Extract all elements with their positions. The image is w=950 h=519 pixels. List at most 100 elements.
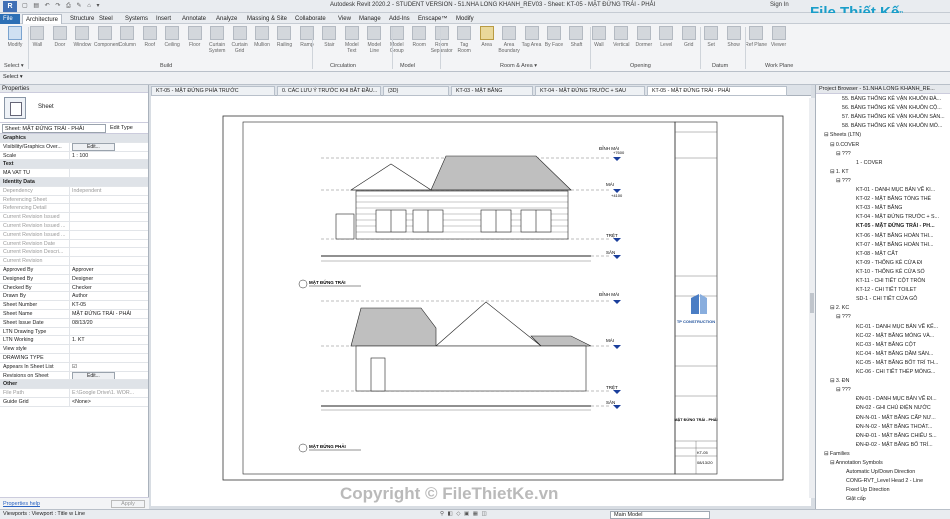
property-value[interactable]: Approver bbox=[70, 266, 148, 274]
tab-systems[interactable]: Systems bbox=[122, 14, 151, 24]
ribbon-roof-button[interactable]: Roof bbox=[139, 26, 161, 60]
property-value[interactable]: 1. KT bbox=[70, 336, 148, 344]
tab-insert[interactable]: Insert bbox=[153, 14, 174, 24]
browser-item[interactable]: KT-02 - MẶT BẰNG TỔNG THỂ bbox=[856, 195, 931, 204]
tab-add-ins[interactable]: Add-Ins bbox=[386, 14, 413, 24]
ribbon-viewer-button[interactable]: Viewer bbox=[768, 26, 790, 60]
tab-architecture[interactable]: Architecture bbox=[22, 14, 63, 24]
browser-item[interactable]: KC-03 - MẶT BẰNG CỘT bbox=[856, 341, 916, 350]
tab-manage[interactable]: Manage bbox=[356, 14, 384, 24]
browser-item[interactable]: KC-05 - MẶT BẰNG BỐT TRÍ TH... bbox=[856, 359, 938, 368]
panel-label[interactable]: Circulation bbox=[330, 63, 356, 69]
property-value[interactable]: ☑ bbox=[70, 363, 148, 371]
browser-item[interactable]: CONG-RVT_Level Head 2 - Line bbox=[846, 477, 923, 486]
ribbon-ramp-button[interactable]: Ramp bbox=[296, 26, 318, 60]
view-tab[interactable]: KT-05 - MẶT ĐỨNG TRÁI - PHẢI bbox=[647, 86, 787, 96]
property-value[interactable] bbox=[70, 345, 148, 353]
browser-item[interactable]: ⊟ ??? bbox=[836, 386, 851, 395]
property-value[interactable]: Checker bbox=[70, 284, 148, 292]
property-value[interactable] bbox=[70, 354, 148, 362]
ribbon-stair-button[interactable]: Stair bbox=[318, 26, 340, 60]
property-value[interactable] bbox=[70, 328, 148, 336]
ribbon-floor-button[interactable]: Floor bbox=[184, 26, 206, 60]
browser-item[interactable]: KT-03 - MẶT BẰNG bbox=[856, 204, 902, 213]
browser-item[interactable]: ĐN-N-01 - MẶT BẰNG CẤP NƯ... bbox=[856, 414, 936, 423]
ribbon-window-button[interactable]: Window bbox=[71, 26, 93, 60]
select-dropdown[interactable]: Select ▾ bbox=[3, 74, 23, 80]
tab-view[interactable]: View bbox=[335, 14, 354, 24]
ribbon-ref-plane-button[interactable]: Ref Plane bbox=[745, 26, 767, 60]
browser-item[interactable]: ⊟ ??? bbox=[836, 150, 851, 159]
ribbon-railing-button[interactable]: Railing bbox=[273, 26, 295, 60]
tab-file[interactable]: File bbox=[0, 14, 20, 24]
ribbon-model-text-button[interactable]: Model Text bbox=[341, 26, 363, 60]
browser-item[interactable]: KT-09 - THỐNG KÊ CỬA ĐI bbox=[856, 259, 922, 268]
ribbon-modify-button[interactable]: Modify bbox=[4, 26, 26, 60]
panel-label[interactable]: Room & Area ▾ bbox=[500, 63, 537, 69]
drawing-area[interactable]: TP CONSTRUCTION MẶT ĐỨNG TRÁI - PHẢI KT-… bbox=[151, 96, 811, 506]
property-group[interactable]: Graphics bbox=[0, 134, 148, 143]
property-group[interactable]: Identity Data bbox=[0, 177, 148, 187]
browser-item[interactable]: KT-01 - DANH MỤC BẢN VẼ KI... bbox=[856, 186, 935, 195]
ribbon-show-button[interactable]: Show bbox=[723, 26, 745, 60]
property-value[interactable]: Edit... bbox=[70, 371, 148, 380]
browser-item[interactable]: ⊟ 1. KT bbox=[830, 168, 849, 177]
active-model-dropdown[interactable]: Main Model bbox=[610, 511, 710, 519]
property-value[interactable]: Designer bbox=[70, 275, 148, 283]
property-value[interactable]: Edit... bbox=[70, 142, 148, 151]
browser-item[interactable]: ĐN-Đ-02 - MẶT BẰNG BỐ TRÍ... bbox=[856, 441, 933, 450]
edit-type-button[interactable]: Edit Type bbox=[110, 124, 133, 133]
ribbon-set-button[interactable]: Set bbox=[700, 26, 722, 60]
browser-item[interactable]: 56. BẢNG THỐNG KÊ VẬN KHUÔN CỘ... bbox=[842, 104, 942, 113]
browser-item[interactable]: 58. BẢNG THỐNG KÊ VẬN KHUÔN MÓ... bbox=[842, 122, 942, 131]
view-tab[interactable]: {3D} bbox=[383, 86, 449, 96]
tab-modify[interactable]: Modify bbox=[453, 14, 477, 24]
browser-item[interactable]: 55. BẢNG THỐNG KÊ VẬN KHUÔN ĐÀ... bbox=[842, 95, 941, 104]
browser-item[interactable]: KC-02 - MẶT BẰNG MÓNG VÀ... bbox=[856, 332, 934, 341]
browser-item[interactable]: ⊟ 3. ĐN bbox=[830, 377, 849, 386]
ribbon-wall-button[interactable]: Wall bbox=[588, 26, 610, 60]
browser-item[interactable]: KC-01 - DANH MỤC BẢN VẼ KẾ... bbox=[856, 323, 938, 332]
browser-item[interactable]: ⊟ Families bbox=[824, 450, 850, 459]
browser-item[interactable]: KC-04 - MẶT BẰNG DẦM SÀN... bbox=[856, 350, 933, 359]
browser-item[interactable]: ⊟ ??? bbox=[836, 177, 851, 186]
edit-button[interactable]: Edit... bbox=[72, 371, 115, 380]
tab-enscape-[interactable]: Enscape™ bbox=[415, 14, 450, 24]
revit-logo-icon[interactable]: R bbox=[3, 1, 17, 12]
browser-item[interactable]: ĐN-N-02 - MẶT BẰNG THOÁT... bbox=[856, 423, 932, 432]
property-value[interactable]: <None> bbox=[70, 398, 148, 406]
browser-item[interactable]: KT-11 - CHI TIẾT CỘT TRÒN bbox=[856, 277, 925, 286]
tab-massing-site[interactable]: Massing & Site bbox=[244, 14, 290, 24]
browser-item[interactable]: KT-05 - MẶT ĐỨNG TRÁI - PH... bbox=[856, 222, 935, 231]
browser-item[interactable]: 57. BẢNG THỐNG KÊ VẬN KHUÔN SÀN... bbox=[842, 113, 945, 122]
panel-label[interactable]: Model bbox=[400, 63, 415, 69]
ribbon-grid-button[interactable]: Grid bbox=[678, 26, 700, 60]
type-selector[interactable]: Sheet bbox=[0, 93, 148, 123]
ribbon-shaft-button[interactable]: Shaft bbox=[565, 26, 587, 60]
view-tab[interactable]: KT-05 - MẶT ĐỨNG PHÍA TRƯỚC bbox=[151, 86, 275, 96]
browser-item[interactable]: KT-04 - MẶT ĐỨNG TRƯỚC + S... bbox=[856, 213, 939, 222]
ribbon-tag-area-button[interactable]: Tag Area bbox=[521, 26, 543, 60]
panel-label[interactable]: Work Plane bbox=[765, 63, 793, 69]
tab-analyze[interactable]: Analyze bbox=[213, 14, 240, 24]
ribbon-model-group-button[interactable]: Model Group bbox=[386, 26, 408, 60]
tab-structure[interactable]: Structure bbox=[67, 14, 97, 24]
status-tools[interactable]: ⚲ ◧ ◇ ▣ ▦ ◫ bbox=[440, 510, 488, 519]
panel-label[interactable]: Opening bbox=[630, 63, 651, 69]
tab-steel[interactable]: Steel bbox=[96, 14, 116, 24]
ribbon-curtain-grid-button[interactable]: Curtain Grid bbox=[229, 26, 251, 60]
browser-item[interactable]: KT-07 - MẶT BẰNG HOÀN THI... bbox=[856, 241, 934, 250]
browser-item[interactable]: KT-12 - CHI TIẾT TOILET bbox=[856, 286, 917, 295]
ribbon-room-button[interactable]: Room bbox=[408, 26, 430, 60]
browser-item[interactable]: 1 - COVER bbox=[856, 159, 883, 168]
tab-annotate[interactable]: Annotate bbox=[179, 14, 209, 24]
properties-help-link[interactable]: Properties help bbox=[3, 501, 40, 507]
ribbon-dormer-button[interactable]: Dormer bbox=[633, 26, 655, 60]
browser-item[interactable]: ⊟ Sheets (LTN) bbox=[824, 131, 861, 140]
property-group[interactable]: Text bbox=[0, 160, 148, 170]
property-group[interactable]: Other bbox=[0, 380, 148, 390]
apply-button[interactable]: Apply bbox=[111, 500, 145, 508]
property-value[interactable]: 1 : 100 bbox=[70, 152, 148, 160]
ribbon-door-button[interactable]: Door bbox=[49, 26, 71, 60]
browser-item[interactable]: ĐN-Đ-01 - MẶT BẰNG CHIẾU S... bbox=[856, 432, 937, 441]
